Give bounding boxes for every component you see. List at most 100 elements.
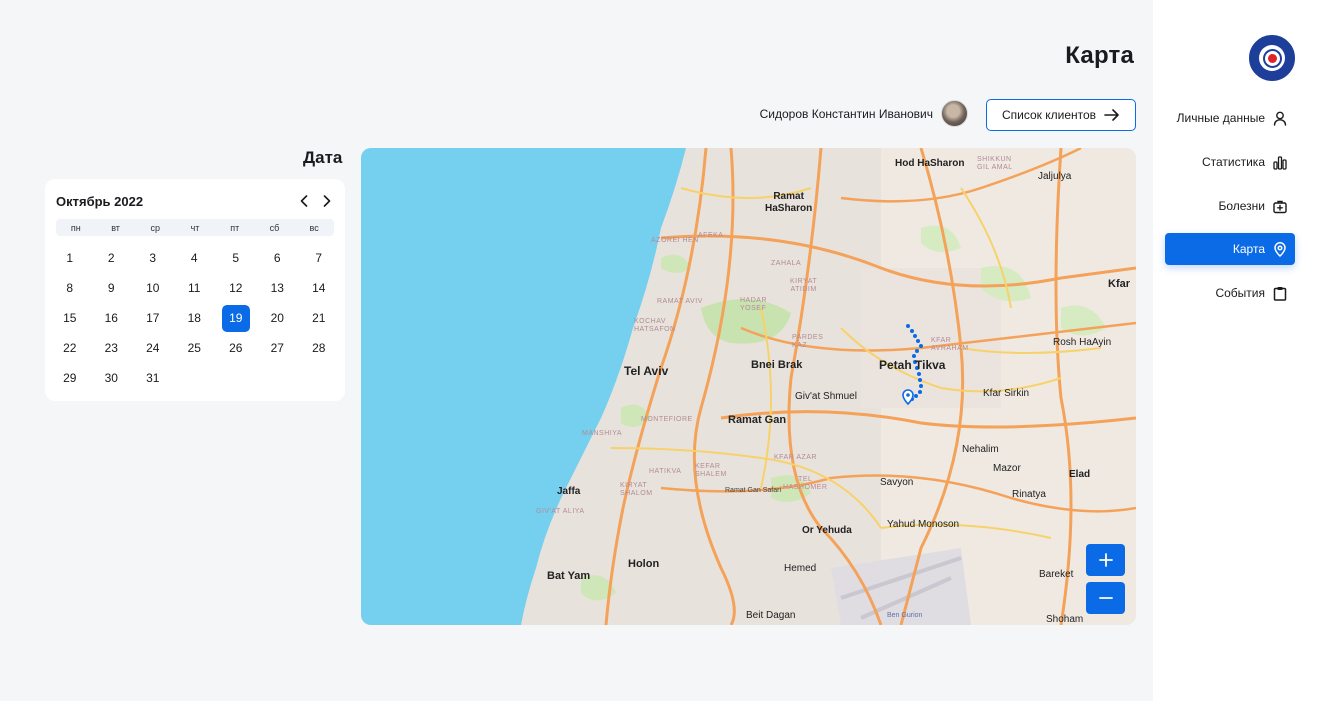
calendar-day[interactable]: 5 <box>215 243 257 273</box>
avatar[interactable] <box>941 100 968 127</box>
map-label: Giv'at Shmuel <box>795 391 857 402</box>
clients-list-button[interactable]: Список клиентов <box>986 99 1136 131</box>
calendar-day[interactable]: 8 <box>49 273 91 303</box>
map-label: Nehalim <box>962 444 999 455</box>
map[interactable]: Hod HaSharon Ramat HaSharon Tel Aviv Bne… <box>361 148 1136 625</box>
zoom-out-button[interactable] <box>1086 582 1125 614</box>
map-label: Shoham <box>1046 614 1084 625</box>
weekday: вс <box>309 222 319 233</box>
calendar-day-number: 9 <box>107 281 115 295</box>
calendar-day-number: 20 <box>270 311 284 325</box>
calendar-day-number: 10 <box>146 281 160 295</box>
map-label: Rosh HaAyin <box>1053 337 1112 348</box>
calendar-day[interactable]: 16 <box>91 303 133 333</box>
sidebar-item-label: Карта <box>1232 242 1265 256</box>
calendar-day[interactable]: 29 <box>49 363 91 393</box>
calendar-nav <box>297 193 333 209</box>
prev-month-button[interactable] <box>297 193 310 209</box>
next-month-button[interactable] <box>320 193 333 209</box>
calendar-day-number: 23 <box>104 341 118 355</box>
calendar-day[interactable]: 10 <box>132 273 174 303</box>
weekday-header: пн вт ср чт пт сб вс <box>56 219 334 236</box>
calendar-day[interactable]: 23 <box>91 333 133 363</box>
calendar-day[interactable]: 12 <box>215 273 257 303</box>
sidebar: Личные данные Статистика Болезни Карта С… <box>1153 0 1340 701</box>
zoom-in-button[interactable] <box>1086 544 1125 576</box>
calendar-day[interactable]: 27 <box>257 333 299 363</box>
calendar-day[interactable]: 2 <box>91 243 133 273</box>
calendar-day-number: 28 <box>312 341 326 355</box>
map-label: HATIKVA <box>649 468 682 475</box>
map-label: Petah Tikva <box>879 358 946 372</box>
calendar-day-number: 26 <box>229 341 243 355</box>
calendar-day[interactable]: 21 <box>298 303 340 333</box>
calendar-day[interactable]: 6 <box>257 243 299 273</box>
calendar-day[interactable]: 7 <box>298 243 340 273</box>
calendar-day-number: 17 <box>146 311 160 325</box>
minus-icon <box>1098 597 1113 599</box>
map-label: KIRYAT ATIDIM <box>790 278 818 293</box>
calendar-day[interactable]: 14 <box>298 273 340 303</box>
calendar-day[interactable]: 17 <box>132 303 174 333</box>
map-label: Yahud Monoson <box>887 519 960 530</box>
calendar-day-number: 8 <box>66 281 74 295</box>
map-label: KOCHAV HATSAFON <box>634 318 676 333</box>
map-label: Beit Dagan <box>746 610 796 621</box>
calendar-day[interactable]: 18 <box>174 303 216 333</box>
chevron-left-icon <box>300 195 307 207</box>
user-name: Сидоров Константин Иванович <box>759 106 933 121</box>
calendar-day-number: 25 <box>187 341 201 355</box>
calendar-day[interactable]: 9 <box>91 273 133 303</box>
map-label: TEL HASHOMER <box>783 476 828 491</box>
calendar-day[interactable]: 24 <box>132 333 174 363</box>
sidebar-item-statistics[interactable]: Статистика <box>1165 146 1295 178</box>
sidebar-item-events[interactable]: События <box>1165 277 1295 309</box>
map-label: Tel Aviv <box>624 364 669 378</box>
map-label: Savyon <box>880 477 914 488</box>
calendar-day-selected[interactable]: 19 <box>215 303 257 333</box>
calendar-day[interactable]: 1 <box>49 243 91 273</box>
map-canvas <box>361 148 1136 625</box>
map-label: Mazor <box>993 463 1021 474</box>
calendar-day[interactable]: 3 <box>132 243 174 273</box>
weekday: пн <box>70 222 81 233</box>
calendar-day[interactable]: 30 <box>91 363 133 393</box>
calendar-day-number: 3 <box>149 251 157 265</box>
calendar-day[interactable]: 22 <box>49 333 91 363</box>
calendar-day[interactable]: 11 <box>174 273 216 303</box>
chevron-right-icon <box>323 195 330 207</box>
clients-list-label: Список клиентов <box>1001 108 1097 122</box>
sidebar-item-personal-data[interactable]: Личные данные <box>1165 102 1295 134</box>
map-label: MONTEFIORE <box>641 416 693 423</box>
map-label: SHIKKUN GIL AMAL <box>977 156 1013 171</box>
calendar-day[interactable]: 4 <box>174 243 216 273</box>
map-label: HADAR YOSEF <box>740 297 768 312</box>
map-label: Ramat HaSharon <box>765 191 813 214</box>
map-label: Or Yehuda <box>802 525 852 536</box>
map-label: AZOREI HEN <box>651 237 699 244</box>
map-label: Hemed <box>784 563 817 574</box>
map-label: Elad <box>1069 469 1091 480</box>
calendar-day[interactable]: 28 <box>298 333 340 363</box>
map-label: Ramat Gan <box>728 414 787 426</box>
sidebar-item-diseases[interactable]: Болезни <box>1165 190 1295 222</box>
calendar-day[interactable]: 13 <box>257 273 299 303</box>
calendar-day[interactable]: 15 <box>49 303 91 333</box>
map-label: PARDES KAZ <box>792 334 824 349</box>
calendar-day-number: 2 <box>107 251 115 265</box>
map-label: KFAR AZAR <box>774 454 818 461</box>
calendar-day-number: 30 <box>104 371 118 385</box>
calendar-day-number: 14 <box>312 281 326 295</box>
calendar-day[interactable]: 25 <box>174 333 216 363</box>
page-title: Карта <box>1065 42 1134 69</box>
calendar-day[interactable]: 26 <box>215 333 257 363</box>
plus-icon <box>1098 553 1113 567</box>
calendar-day[interactable]: 31 <box>132 363 174 393</box>
calendar-day[interactable]: 20 <box>257 303 299 333</box>
sidebar-item-map[interactable]: Карта <box>1165 233 1295 265</box>
weekday: чт <box>190 222 200 233</box>
calendar-month: Октябрь 2022 <box>56 194 144 209</box>
sidebar-item-label: Статистика <box>1201 155 1265 169</box>
calendar-day-number: 11 <box>188 281 201 295</box>
map-label: Holon <box>628 558 660 570</box>
